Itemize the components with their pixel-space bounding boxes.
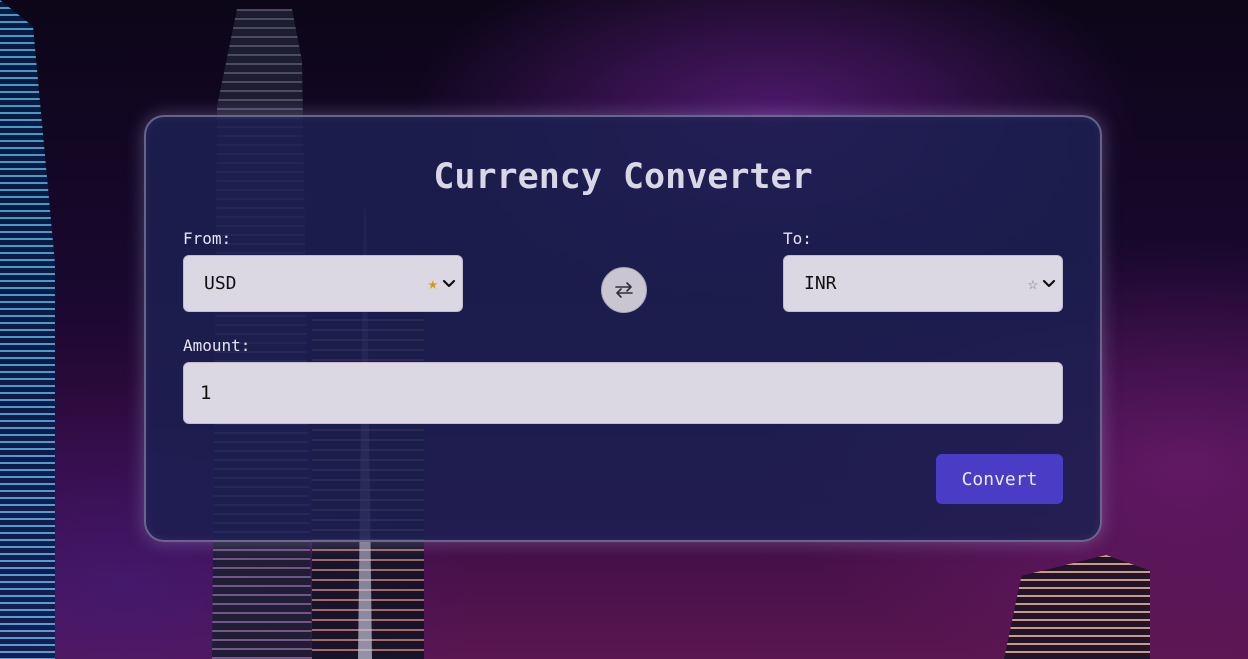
- converter-card: Currency Converter From: USD ★ To: INR ☆…: [144, 115, 1102, 542]
- to-currency-value: INR: [804, 273, 837, 294]
- skyscraper-right: [1004, 555, 1150, 659]
- from-label: From:: [183, 229, 232, 248]
- to-currency-select[interactable]: INR ☆: [783, 255, 1063, 312]
- favorite-star-filled-icon[interactable]: ★: [428, 274, 438, 294]
- swap-currencies-button[interactable]: [601, 267, 647, 313]
- swap-arrows-icon: [615, 282, 633, 298]
- chevron-down-icon: [442, 279, 456, 288]
- from-currency-select[interactable]: USD ★: [183, 255, 463, 312]
- chevron-down-icon: [1042, 279, 1056, 288]
- skyscraper-left: [0, 0, 55, 659]
- amount-label: Amount:: [183, 336, 251, 355]
- amount-input[interactable]: [183, 362, 1063, 424]
- favorite-star-outline-icon[interactable]: ☆: [1028, 274, 1038, 294]
- from-currency-value: USD: [204, 273, 237, 294]
- to-label: To:: [783, 229, 812, 248]
- page-title: Currency Converter: [433, 157, 813, 197]
- convert-button[interactable]: Convert: [936, 454, 1063, 504]
